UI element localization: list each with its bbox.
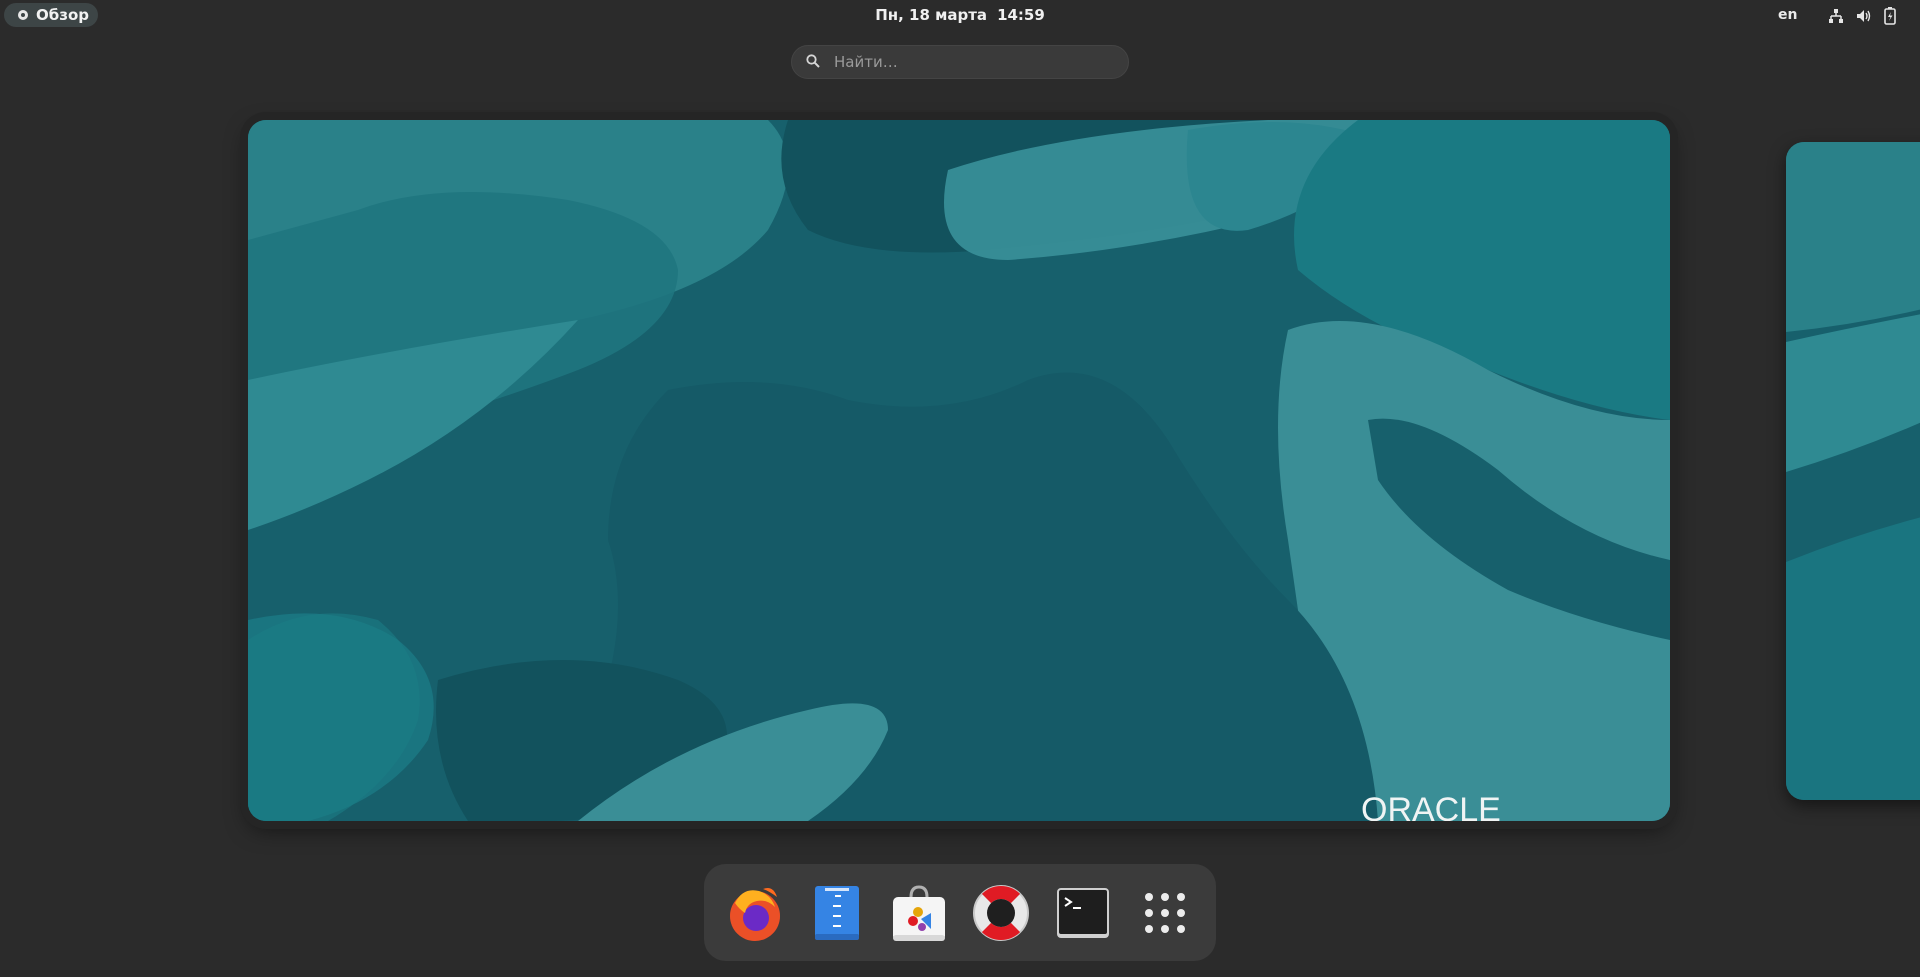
search-icon [806,53,820,72]
clock[interactable]: Пн, 18 марта 14:59 [860,3,1060,27]
dock [704,864,1216,961]
workspace-thumbnail[interactable]: ORACLE [248,120,1670,821]
activities-icon [18,10,28,20]
volume-icon [1856,8,1872,24]
text-editor-icon [815,885,859,940]
network-icon [1828,8,1844,24]
dock-item-help[interactable] [971,883,1031,943]
firefox-icon [730,887,780,941]
dock-item-firefox[interactable] [725,883,785,943]
clock-time: 14:59 [997,6,1045,24]
top-bar: Обзор Пн, 18 марта 14:59 en [0,0,1920,31]
wallpaper-logo: ORACLE [1361,791,1501,821]
show-apps-button[interactable] [1135,883,1195,943]
app-grid-icon [1145,892,1185,933]
activities-button[interactable]: Обзор [4,3,98,27]
help-lifebuoy-icon [973,884,1029,941]
terminal-icon [1057,887,1109,938]
search-entry[interactable] [791,45,1129,79]
keyboard-layout-indicator[interactable]: en [1778,7,1797,23]
activities-label: Обзор [36,6,89,24]
dock-item-terminal[interactable] [1053,883,1113,943]
clock-date: Пн, 18 марта [875,6,988,24]
dock-item-text-editor[interactable] [807,883,867,943]
wallpaper: ORACLE [248,120,1670,821]
search-input[interactable] [832,52,1096,72]
dock-item-software[interactable] [889,883,949,943]
system-tray[interactable] [1828,7,1896,25]
svg-text:ORACLE: ORACLE [1361,791,1501,821]
workspace-thumbnail-next[interactable] [1786,142,1920,800]
wallpaper-next [1786,142,1920,800]
software-center-icon [893,884,945,941]
battery-icon [1884,7,1896,25]
